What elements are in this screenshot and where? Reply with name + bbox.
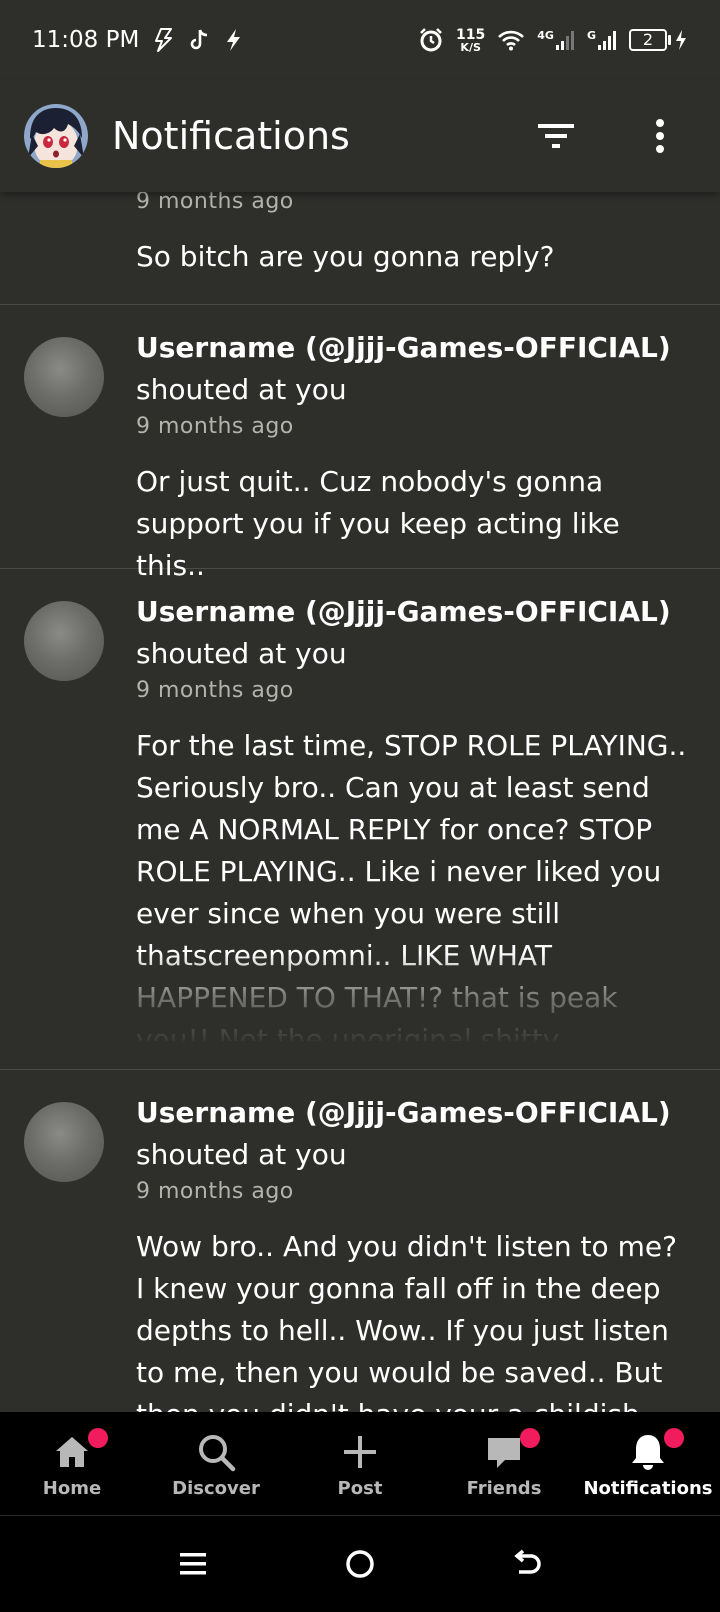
plus-icon [338,1430,382,1474]
nav-label: Discover [172,1478,260,1499]
notification-username[interactable]: Username (@Jjjj-Games-OFFICIAL) [136,1096,671,1129]
notification-header: Username (@Jjjj-Games-OFFICIAL) shouted … [136,327,692,411]
speed-value: 115 [456,26,486,43]
profile-avatar[interactable] [24,104,88,168]
network-speed: 115 K/S [456,28,485,53]
bottom-navigation: Home Discover Post Friends Notifications [0,1412,720,1516]
nav-notifications[interactable]: Notifications [576,1412,720,1515]
network-type-1: 4G [537,29,554,42]
alarm-icon [418,27,444,53]
user-avatar[interactable] [24,1102,104,1182]
nav-label: Post [337,1478,383,1499]
wifi-icon [497,29,525,51]
status-bar: 11:08 PM 115 K/S 4G G 2 [0,0,720,80]
notification-item[interactable]: Username (@Jjjj-Games-OFFICIAL) shouted … [0,1070,720,1412]
battery-icon: 2 [629,29,688,51]
notification-badge [664,1428,684,1448]
bolt-app-icon [223,28,243,52]
app-bar: Notifications [0,80,720,192]
notification-message: For the last time, STOP ROLE PLAYING.. S… [136,729,687,1041]
page-title: Notifications [112,114,350,158]
search-icon [194,1430,238,1474]
flash-app-icon [153,28,175,52]
back-icon[interactable] [503,1540,551,1588]
signal-4g-icon: 4G [537,29,575,51]
tiktok-icon [189,28,209,52]
notification-item[interactable]: Username (@Jjjj-Games-OFFICIAL) shouted … [0,305,720,582]
notification-username[interactable]: Username (@Jjjj-Games-OFFICIAL) [136,595,671,628]
nav-label: Notifications [583,1478,713,1499]
nav-friends[interactable]: Friends [432,1412,576,1515]
network-type-2: G [586,29,596,42]
notification-header: Username (@Jjjj-Games-OFFICIAL) shouted … [136,591,692,675]
notification-time: 9 months ago [136,1179,294,1204]
filter-icon[interactable] [534,114,578,158]
notification-time: 9 months ago [136,678,294,703]
signal-g-icon: G [587,29,617,51]
user-avatar[interactable] [24,337,104,417]
nav-home[interactable]: Home [0,1412,144,1515]
notification-time: 9 months ago [136,414,294,439]
notification-action: shouted at you [136,637,347,670]
nav-label: Home [42,1478,102,1499]
more-options-icon[interactable] [638,114,682,158]
notification-time: 9 months ago [136,192,294,214]
status-time: 11:08 PM [32,27,140,53]
battery-level: 2 [629,29,667,51]
nav-discover[interactable]: Discover [144,1412,288,1515]
notification-message: So bitch are you gonna reply? [136,240,555,273]
home-circle-icon[interactable] [336,1540,384,1588]
notification-feed[interactable]: 9 months ago So bitch are you gonna repl… [0,192,720,1412]
notification-badge [520,1428,540,1448]
notification-item[interactable]: 9 months ago So bitch are you gonna repl… [0,192,720,305]
system-navigation [0,1516,720,1612]
notification-badge [88,1428,108,1448]
notification-username[interactable]: Username (@Jjjj-Games-OFFICIAL) [136,331,671,364]
notification-action: shouted at you [136,373,347,406]
notification-header: Username (@Jjjj-Games-OFFICIAL) shouted … [136,1092,692,1176]
speed-unit: K/S [460,40,481,54]
recent-apps-icon[interactable] [169,1540,217,1588]
notification-message: Wow bro.. And you didn't listen to me? I… [136,1230,677,1412]
notification-action: shouted at you [136,1138,347,1171]
user-avatar[interactable] [24,601,104,681]
notification-item[interactable]: Username (@Jjjj-Games-OFFICIAL) shouted … [0,569,720,1070]
nav-post[interactable]: Post [288,1412,432,1515]
nav-label: Friends [466,1478,542,1499]
